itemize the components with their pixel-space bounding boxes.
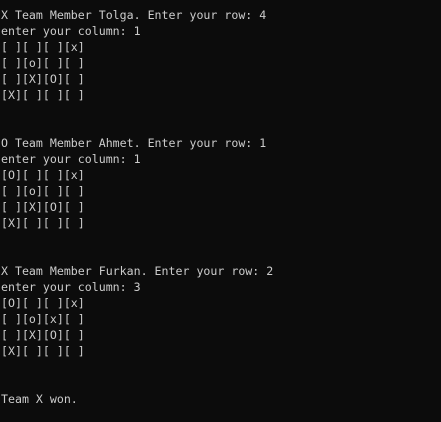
console-window[interactable]: X Team Member Tolga. Enter your row: 4 e… — [0, 0, 441, 422]
prompt-line: enter your column: 3 — [1, 280, 141, 294]
prompt-line: X Team Member Tolga. Enter your row: 4 — [1, 8, 267, 22]
board-row: [ ][X][O][ ] — [1, 328, 85, 342]
prompt-line: enter your column: 1 — [1, 152, 141, 166]
board-row: [X][ ][ ][ ] — [1, 216, 85, 230]
board-row: [ ][ ][ ][x] — [1, 40, 85, 54]
board-row: [O][ ][ ][x] — [1, 168, 85, 182]
board-row: [ ][o][x][ ] — [1, 312, 85, 326]
result-line: Team X won. — [1, 392, 78, 406]
prompt-line: X Team Member Furkan. Enter your row: 2 — [1, 264, 274, 278]
prompt-line: O Team Member Ahmet. Enter your row: 1 — [1, 136, 267, 150]
board-row: [ ][X][O][ ] — [1, 200, 85, 214]
board-row: [O][ ][ ][x] — [1, 296, 85, 310]
board-row: [X][ ][ ][ ] — [1, 344, 85, 358]
board-row: [ ][o][ ][ ] — [1, 56, 85, 70]
board-row: [X][ ][ ][ ] — [1, 88, 85, 102]
board-row: [ ][X][O][ ] — [1, 72, 85, 86]
prompt-line: enter your column: 1 — [1, 24, 141, 38]
board-row: [ ][o][ ][ ] — [1, 184, 85, 198]
